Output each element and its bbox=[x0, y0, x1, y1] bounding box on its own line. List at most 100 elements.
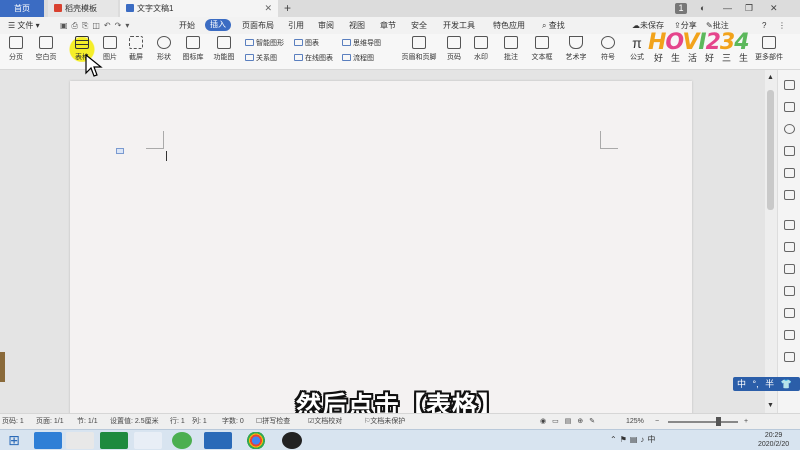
settings-icon[interactable] bbox=[784, 124, 795, 134]
zoom-level[interactable]: 125% bbox=[626, 414, 644, 430]
menu-security[interactable]: 安全 bbox=[411, 17, 427, 34]
minimize-icon[interactable]: — bbox=[723, 0, 732, 17]
tab-home[interactable]: 首页 bbox=[0, 0, 44, 17]
page-number-button[interactable]: 页码 bbox=[443, 34, 465, 62]
menu-start[interactable]: 开始 bbox=[179, 17, 195, 34]
menu-developer[interactable]: 开发工具 bbox=[443, 17, 475, 34]
translate-icon[interactable] bbox=[784, 264, 795, 274]
scroll-up-icon[interactable]: ▲ bbox=[767, 74, 774, 81]
view-mode-buttons[interactable]: ◉▭▤⊕✎ bbox=[540, 414, 601, 430]
chart-button[interactable]: 图表 bbox=[294, 38, 319, 49]
ime-lang-label[interactable]: 中 bbox=[737, 379, 746, 389]
tab-document[interactable]: 文字文稿1 ✕ bbox=[120, 0, 278, 17]
search-box[interactable]: ⌕ 查找 bbox=[542, 17, 565, 34]
navigation-icon[interactable] bbox=[784, 242, 795, 252]
close-window-icon[interactable]: ✕ bbox=[770, 0, 778, 17]
picture-icon bbox=[103, 36, 117, 49]
menu-references[interactable]: 引用 bbox=[288, 17, 304, 34]
chart-pane-icon[interactable] bbox=[784, 220, 795, 230]
scroll-thumb[interactable] bbox=[767, 90, 774, 210]
mouse-pointer-icon bbox=[85, 54, 103, 77]
new-tab-button[interactable]: + bbox=[284, 0, 291, 17]
screenshot-button[interactable]: 截屏 bbox=[124, 34, 148, 62]
spell-check-toggle[interactable]: ☐拼写检查 bbox=[256, 414, 290, 430]
tab-home-label: 首页 bbox=[14, 4, 30, 13]
menu-chapter[interactable]: 章节 bbox=[380, 17, 396, 34]
icon-library-button[interactable]: 图标库 bbox=[179, 34, 207, 62]
mind-map-button[interactable]: 思维导图 bbox=[342, 38, 381, 49]
window-count-badge[interactable]: 1 bbox=[675, 3, 687, 14]
menu-special[interactable]: 特色应用 bbox=[493, 17, 525, 34]
ime-toolbar[interactable]: 中 °, 半 👕 bbox=[733, 377, 800, 391]
textbox-button[interactable]: 文本框 bbox=[528, 34, 556, 62]
excel-icon[interactable] bbox=[100, 432, 128, 449]
document-pane-icon[interactable] bbox=[784, 308, 795, 318]
menu-page-layout[interactable]: 页面布局 bbox=[242, 17, 274, 34]
recorder-icon[interactable] bbox=[282, 432, 302, 449]
flowchart-icon bbox=[342, 54, 351, 61]
system-tray-icons[interactable]: ⌃⚑▤♪中 bbox=[610, 434, 658, 445]
file-menu[interactable]: ☰ 文件 ▾ bbox=[8, 17, 40, 34]
symbol-label: 符号 bbox=[601, 54, 615, 61]
status-row: 行: 1 bbox=[170, 418, 185, 425]
start-button[interactable]: ⊞ bbox=[4, 432, 24, 449]
menu-insert[interactable]: 插入 bbox=[205, 19, 231, 31]
menu-review[interactable]: 审阅 bbox=[318, 17, 334, 34]
zoom-in-button[interactable]: + bbox=[744, 414, 748, 430]
select-icon[interactable] bbox=[784, 102, 795, 112]
restore-icon[interactable]: ❐ bbox=[745, 0, 753, 17]
close-tab-icon[interactable]: ✕ bbox=[264, 0, 272, 17]
zoom-slider[interactable] bbox=[668, 421, 738, 423]
360-browser-icon[interactable] bbox=[172, 432, 192, 449]
style-icon[interactable] bbox=[784, 146, 795, 156]
watermark-button[interactable]: 水印 bbox=[469, 34, 493, 62]
tab-docer-templates[interactable]: 稻壳模板 bbox=[48, 0, 118, 17]
status-col: 列: 1 bbox=[192, 418, 207, 425]
baidu-netdisk-icon[interactable] bbox=[134, 432, 162, 449]
doc-protect-status[interactable]: ⚐文档未保护 bbox=[364, 414, 405, 430]
page-break-button[interactable]: 分页 bbox=[4, 34, 28, 62]
clip-icon[interactable] bbox=[784, 286, 795, 296]
status-words[interactable]: 字数: 0 bbox=[222, 414, 244, 430]
table-pane-icon[interactable] bbox=[784, 190, 795, 200]
ime-skin-icon[interactable]: 👕 bbox=[781, 379, 792, 389]
share-pane-icon[interactable] bbox=[784, 352, 795, 362]
zoom-slider-handle[interactable] bbox=[716, 417, 721, 426]
document-page[interactable] bbox=[70, 81, 692, 421]
quick-access-toolbar[interactable]: ▣⎙⎘◫↶↷▾ bbox=[60, 17, 133, 34]
doc-proofread-button[interactable]: ☑文档校对 bbox=[308, 414, 342, 430]
wps-writer-icon[interactable] bbox=[204, 432, 232, 449]
ime-width-label[interactable]: 半 bbox=[765, 379, 774, 389]
edit-icon[interactable] bbox=[784, 80, 795, 90]
file-explorer-icon[interactable] bbox=[66, 432, 94, 449]
formula-button[interactable]: π 公式 bbox=[626, 34, 648, 62]
paragraph-layout-icon[interactable] bbox=[116, 148, 124, 154]
smart-graphic-button[interactable]: 智能图形 bbox=[245, 38, 284, 49]
online-chart-button[interactable]: 在线图表 bbox=[294, 53, 333, 64]
wordart-button[interactable]: 艺术字 bbox=[562, 34, 590, 62]
image-pane-icon[interactable] bbox=[784, 330, 795, 340]
system-clock[interactable]: 20:29 2020/2/20 bbox=[758, 431, 789, 449]
blank-page-button[interactable]: 空白页 bbox=[32, 34, 60, 62]
windows-taskbar: ⊞ ⌃⚑▤♪中 20:29 2020/2/20 bbox=[0, 429, 800, 450]
zoom-out-button[interactable]: − bbox=[655, 414, 659, 430]
ie-browser-icon[interactable] bbox=[34, 432, 62, 449]
shape-pane-icon[interactable] bbox=[784, 168, 795, 178]
menu-view[interactable]: 视图 bbox=[349, 17, 365, 34]
more-icon[interactable]: ⋮ bbox=[778, 17, 786, 34]
comment-button[interactable]: 批注 bbox=[500, 34, 522, 62]
brand-watermark: HOVI234 好生活好三生 bbox=[648, 30, 778, 70]
ime-punct-icon[interactable]: °, bbox=[753, 379, 759, 389]
vertical-scrollbar[interactable]: ▲ ▼ bbox=[765, 70, 777, 413]
cloud-icon: ☁ bbox=[632, 21, 640, 30]
tab-docer-label: 稻壳模板 bbox=[65, 4, 97, 13]
flowchart-button[interactable]: 流程图 bbox=[342, 53, 374, 64]
header-footer-button[interactable]: 页眉和页脚 bbox=[397, 34, 441, 62]
avatar[interactable]: ◐ bbox=[700, 0, 705, 17]
formula-label: 公式 bbox=[630, 54, 644, 61]
relation-chart-button[interactable]: 关系图 bbox=[245, 53, 277, 64]
symbol-button[interactable]: 符号 bbox=[597, 34, 619, 62]
chrome-icon[interactable] bbox=[242, 432, 270, 449]
shape-button[interactable]: 形状 bbox=[151, 34, 177, 62]
function-chart-button[interactable]: 功能图 bbox=[209, 34, 239, 62]
